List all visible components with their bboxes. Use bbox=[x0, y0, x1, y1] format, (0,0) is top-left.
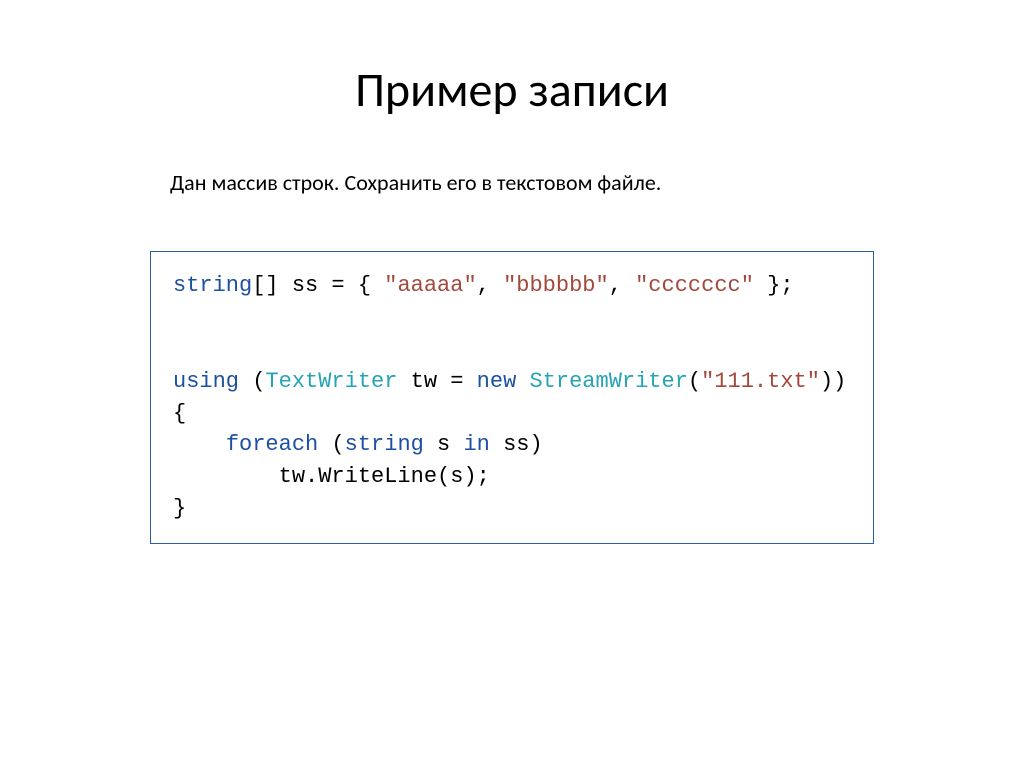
code-text: , bbox=[477, 273, 503, 298]
code-line-1: string[] ss = { "aaaaa", "bbbbbb", "cccc… bbox=[173, 273, 794, 298]
slide-description: Дан массив строк. Сохранить его в тексто… bbox=[170, 169, 854, 196]
code-text: [] ss = { bbox=[252, 273, 384, 298]
code-text: , bbox=[609, 273, 635, 298]
code-block: string[] ss = { "aaaaa", "bbbbbb", "cccc… bbox=[150, 251, 874, 544]
code-text: }; bbox=[754, 273, 794, 298]
keyword-using: using bbox=[173, 369, 239, 394]
keyword-string: string bbox=[173, 273, 252, 298]
code-text: s bbox=[424, 432, 464, 457]
keyword-string: string bbox=[345, 432, 424, 457]
string-literal: "aaaaa" bbox=[384, 273, 476, 298]
code-text bbox=[516, 369, 529, 394]
code-text: ss) bbox=[490, 432, 543, 457]
string-literal: "ccccccc" bbox=[635, 273, 754, 298]
string-literal: "111.txt" bbox=[701, 369, 820, 394]
code-text: ( bbox=[318, 432, 344, 457]
code-line-7: } bbox=[173, 496, 186, 521]
code-line-5: foreach (string s in ss) bbox=[173, 432, 543, 457]
class-textwriter: TextWriter bbox=[265, 369, 397, 394]
code-line-4: { bbox=[173, 401, 186, 426]
code-text: tw = bbox=[397, 369, 476, 394]
string-literal: "bbbbbb" bbox=[503, 273, 609, 298]
code-line-6: tw.WriteLine(s); bbox=[173, 464, 490, 489]
keyword-in: in bbox=[463, 432, 489, 457]
code-indent bbox=[173, 432, 226, 457]
slide: Пример записи Дан массив строк. Сохранит… bbox=[0, 0, 1024, 768]
code-text: ( bbox=[239, 369, 265, 394]
code-line-3: using (TextWriter tw = new StreamWriter(… bbox=[173, 369, 846, 394]
class-streamwriter: StreamWriter bbox=[529, 369, 687, 394]
code-text: ( bbox=[688, 369, 701, 394]
keyword-new: new bbox=[477, 369, 517, 394]
keyword-foreach: foreach bbox=[226, 432, 318, 457]
code-text: )) bbox=[820, 369, 846, 394]
slide-title: Пример записи bbox=[70, 60, 954, 119]
